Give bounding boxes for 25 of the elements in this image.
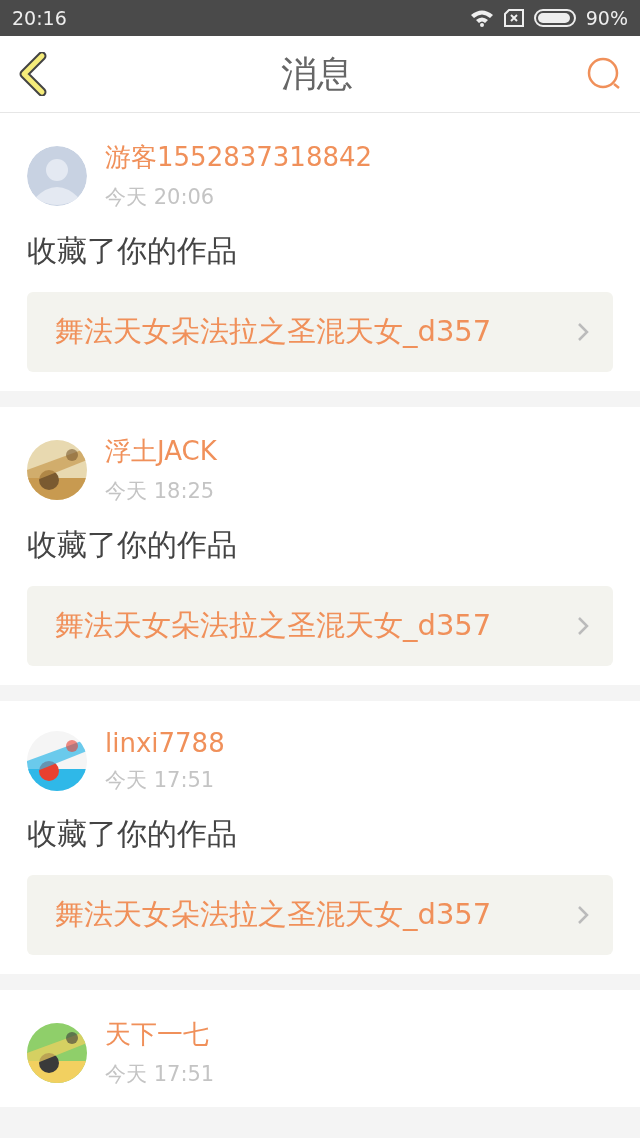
work-link[interactable]: 舞法天女朵法拉之圣混天女_d357 <box>27 292 613 372</box>
message-time: 今天 17:51 <box>105 1061 215 1088</box>
user-name[interactable]: 游客1552837318842 <box>105 140 373 175</box>
chevron-icon <box>577 616 589 636</box>
page-title: 消息 <box>281 51 353 96</box>
work-link[interactable]: 舞法天女朵法拉之圣混天女_d357 <box>27 586 613 666</box>
clock-time: 20:16 <box>12 7 67 29</box>
chevron-icon <box>577 322 589 342</box>
work-link[interactable]: 舞法天女朵法拉之圣混天女_d357 <box>27 875 613 955</box>
message-text: 收藏了你的作品 <box>27 232 238 270</box>
sim-icon <box>503 9 524 27</box>
message-time: 今天 20:06 <box>105 184 216 211</box>
user-name[interactable]: 浮土JACK <box>105 434 217 469</box>
back-button[interactable] <box>18 52 48 96</box>
user-name[interactable]: 天下一七 <box>105 1017 215 1052</box>
message-text: 收藏了你的作品 <box>27 815 238 853</box>
message-time: 今天 18:25 <box>105 478 216 505</box>
battery-icon <box>533 9 576 27</box>
message-text: 收藏了你的作品 <box>27 526 238 564</box>
wifi-icon <box>469 9 494 27</box>
battery-percent: 90% <box>585 7 628 29</box>
chevron-icon <box>577 905 589 925</box>
message-time: 今天 17:51 <box>105 767 216 794</box>
user-name[interactable]: linxi7788 <box>105 728 225 758</box>
default-avatar-icon <box>27 145 87 206</box>
